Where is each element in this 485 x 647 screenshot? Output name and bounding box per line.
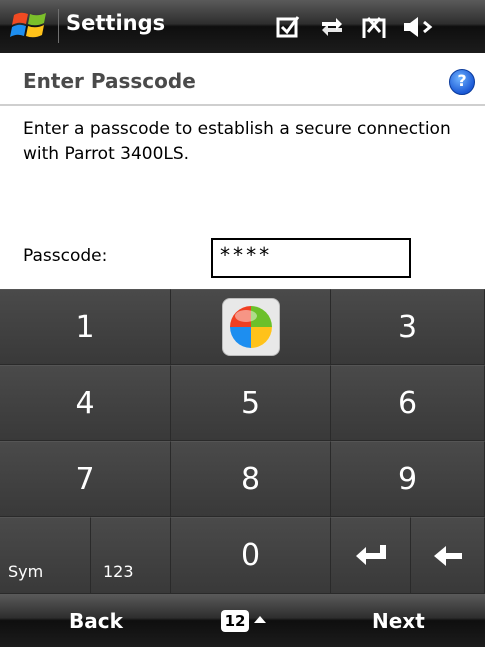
connectivity-icon [322,18,342,36]
backspace-icon [433,545,462,566]
key-3[interactable]: 3 [331,289,485,365]
key-5[interactable]: 5 [171,365,331,441]
task-check-icon [276,16,300,38]
next-softkey[interactable]: Next [372,609,425,633]
volume-icon [404,17,433,37]
backspace-key[interactable] [411,517,485,594]
key-8[interactable]: 8 [171,441,331,517]
keyboard-icon[interactable]: 12 [221,610,249,632]
enter-icon [355,544,386,565]
passcode-label: Passcode: [23,246,108,266]
key-4[interactable]: 4 [0,365,171,441]
softkey-bar: Back 12 Next [0,594,485,647]
help-icon[interactable]: ? [449,69,475,95]
key-9[interactable]: 9 [331,441,485,517]
enter-key[interactable] [331,517,411,594]
app-title: Settings [66,11,166,35]
key-6[interactable]: 6 [331,365,485,441]
page-header: Enter Passcode ? [0,53,485,106]
key-windows[interactable] [171,289,331,365]
title-bar: Settings [0,0,485,53]
title-separator [58,9,59,43]
windows-start-icon[interactable] [10,8,50,44]
instruction-text: Enter a passcode to establish a secure c… [23,119,451,164]
key-0[interactable]: 0 [171,517,331,594]
numeric-keypad: 1 3 4 5 6 7 8 9 Sym 123 0 [0,289,485,594]
back-softkey[interactable]: Back [69,609,123,633]
signal-off-icon [362,17,386,38]
key-1[interactable]: 1 [0,289,171,365]
keyboard-arrow-up-icon[interactable] [254,616,266,623]
status-icons[interactable] [276,14,466,40]
windows-ball-icon [221,298,280,356]
key-123[interactable]: 123 [91,517,171,594]
key-7[interactable]: 7 [0,441,171,517]
page-title: Enter Passcode [23,69,196,93]
key-sym[interactable]: Sym [0,517,91,594]
passcode-input[interactable]: **** [211,238,411,278]
